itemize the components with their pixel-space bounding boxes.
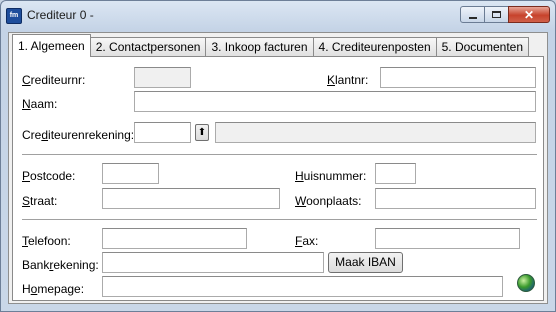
huisnummer-field[interactable] [375,163,416,184]
crediteur-window: fm Crediteur 0 - ✕ 1. Algemeen 2. Contac… [0,0,556,312]
straat-label: Straat: [22,194,58,208]
crediteurenrekening-label: Crediteurenrekening: [22,128,135,142]
klantnr-label: Klantnr: [327,73,369,87]
postcode-field[interactable] [102,163,159,184]
window-controls: ✕ [460,6,550,23]
upload-icon: ⬆ [197,127,207,138]
woonplaats-field[interactable] [375,188,536,209]
app-icon: fm [6,8,22,24]
crediteurenrekening-description [215,122,536,143]
postcode-label: Postcode: [22,169,76,183]
globe-icon[interactable] [517,274,535,292]
minimize-icon [468,16,477,19]
klantnr-field[interactable] [380,67,536,88]
naam-field[interactable] [134,91,536,112]
separator [22,154,537,156]
tab-contactpersonen[interactable]: 2. Contactpersonen [89,37,207,57]
tab-documenten[interactable]: 5. Documenten [435,37,530,57]
tab-strip: 1. Algemeen 2. Contactpersonen 3. Inkoop… [12,34,530,57]
straat-field[interactable] [102,188,280,209]
separator [22,219,537,221]
bankrekening-label: Bankrekening: [22,258,99,272]
crediteurnr-label: Crediteurnr: [22,73,86,87]
maximize-icon [492,11,501,18]
maak-iban-button[interactable]: Maak IBAN [328,252,403,273]
homepage-label: Homepage: [22,282,85,296]
tab-panel-algemeen: Crediteurnr: Klantnr: Naam: Crediteurenr… [12,56,544,301]
close-button[interactable]: ✕ [508,6,550,23]
homepage-field[interactable] [102,276,503,297]
tab-inkoop-facturen[interactable]: 3. Inkoop facturen [205,37,314,57]
fax-field[interactable] [375,228,520,249]
title-bar[interactable]: fm Crediteur 0 - ✕ [1,1,555,29]
woonplaats-label: Woonplaats: [295,194,362,208]
telefoon-label: Telefoon: [22,234,71,248]
close-icon: ✕ [523,7,535,22]
crediteurnr-field[interactable] [134,67,191,88]
window-title: Crediteur 0 - [27,8,94,22]
tab-algemeen[interactable]: 1. Algemeen [12,34,91,57]
fax-label: Fax: [295,234,319,248]
tab-crediteurenposten[interactable]: 4. Crediteurenposten [312,37,437,57]
crediteurenrekening-field[interactable] [134,122,191,143]
client-area: 1. Algemeen 2. Contactpersonen 3. Inkoop… [8,32,548,304]
telefoon-field[interactable] [102,228,247,249]
naam-label: Naam: [22,97,58,111]
maximize-button[interactable] [484,6,509,23]
upload-button[interactable]: ⬆ [195,124,209,141]
huisnummer-label: Huisnummer: [295,169,367,183]
bankrekening-field[interactable] [102,252,324,273]
minimize-button[interactable] [460,6,485,23]
